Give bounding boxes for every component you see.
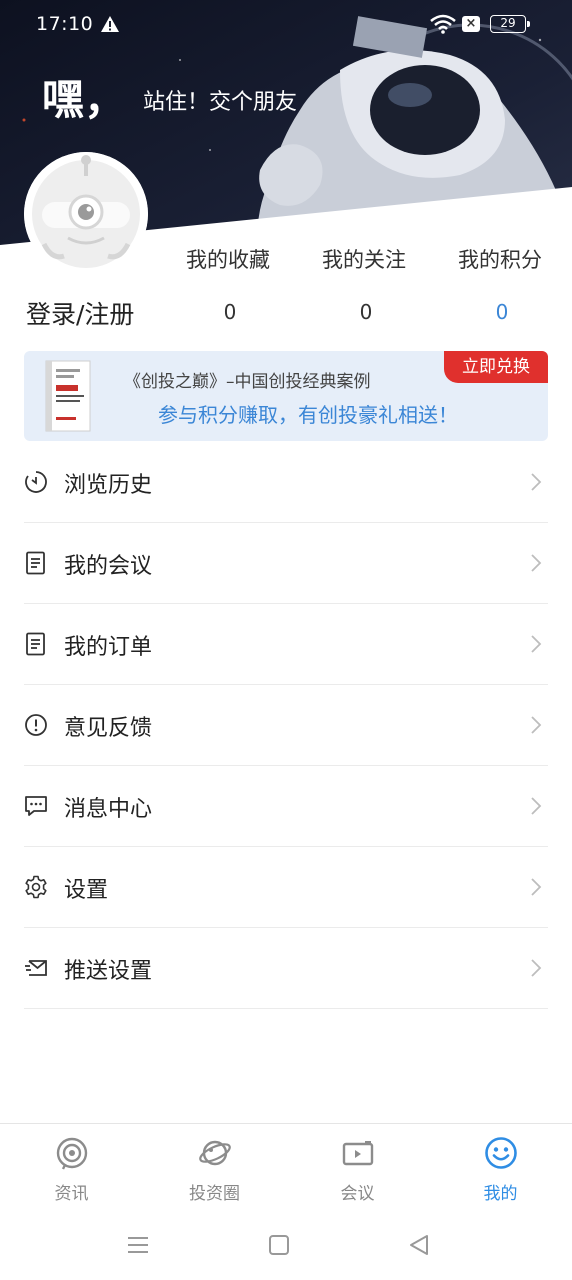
menu-item-label: 意见反馈 — [64, 716, 153, 741]
menu-item-label: 设置 — [64, 878, 109, 903]
banner-subtitle: 参与积分赚取，有创投豪礼相送！ — [158, 403, 458, 427]
robot-avatar-icon — [24, 152, 148, 276]
tab-label: 我的 — [483, 1184, 518, 1204]
document-icon — [26, 632, 45, 656]
chevron-right-icon — [531, 554, 542, 572]
tab-investment-circle[interactable]: 投资圈 — [143, 1124, 286, 1214]
points-promo-banner[interactable]: 《创投之巅》–中国创投经典案例 参与积分赚取，有创投豪礼相送！ 立即兑换 — [24, 351, 548, 441]
chat-icon — [25, 796, 47, 816]
tab-label: 资讯 — [54, 1184, 89, 1204]
chevron-right-icon — [531, 797, 542, 815]
wifi-icon — [430, 14, 456, 34]
clock-icon — [25, 471, 47, 493]
stat-label-following[interactable]: 我的关注 — [322, 244, 406, 274]
home-icon[interactable] — [266, 1233, 292, 1257]
chevron-right-icon — [531, 959, 542, 977]
tab-meetings[interactable]: 会议 — [286, 1124, 429, 1214]
news-icon — [56, 1137, 88, 1170]
menu-item-label: 浏览历史 — [64, 473, 153, 498]
tab-label: 投资圈 — [189, 1184, 240, 1204]
menu-item-label: 消息中心 — [64, 797, 153, 822]
bottom-tab-bar: 资讯 投资圈 会议 我的 — [0, 1123, 572, 1213]
menu-item-label: 推送设置 — [64, 959, 153, 984]
menu-item-orders[interactable]: 我的订单 — [24, 604, 548, 685]
camera-icon — [342, 1141, 374, 1166]
stat-label-points[interactable]: 我的积分 — [458, 244, 542, 274]
stat-value-points[interactable]: 0 — [482, 300, 522, 324]
stat-value-following[interactable]: 0 — [346, 300, 386, 324]
greeting-title: 嘿， — [42, 75, 127, 124]
battery-icon: 29 — [490, 15, 530, 33]
menu-item-push-settings[interactable]: 推送设置 — [24, 928, 548, 1009]
greeting-subtitle: 站住！交个朋友 — [143, 90, 298, 115]
chevron-right-icon — [531, 635, 542, 653]
back-icon[interactable] — [406, 1233, 432, 1257]
status-time: 17:10 — [36, 13, 94, 35]
status-bar: 17:10 × 29 — [0, 0, 572, 50]
smiley-icon — [485, 1137, 517, 1169]
menu-item-history[interactable]: 浏览历史 — [24, 442, 548, 523]
stats-values: 0 0 0 — [0, 300, 572, 330]
profile-menu: 浏览历史 我的会议 我的订单 意见反馈 消息中心 设置 推送设置 — [24, 442, 548, 1009]
envelope-icon — [25, 960, 47, 976]
chevron-right-icon — [531, 473, 542, 491]
avatar[interactable] — [24, 152, 148, 276]
exclamation-icon — [25, 714, 47, 736]
chevron-right-icon — [531, 716, 542, 734]
menu-item-settings[interactable]: 设置 — [24, 847, 548, 928]
menu-item-messages[interactable]: 消息中心 — [24, 766, 548, 847]
x-box-icon: × — [462, 16, 480, 32]
menu-item-label: 我的会议 — [64, 554, 153, 579]
warning-icon — [101, 16, 119, 32]
banner-title: 《创投之巅》–中国创投经典案例 — [124, 372, 371, 392]
menu-item-meetings[interactable]: 我的会议 — [24, 523, 548, 604]
document-icon — [26, 551, 45, 575]
tab-mine[interactable]: 我的 — [429, 1124, 572, 1214]
menu-item-feedback[interactable]: 意见反馈 — [24, 685, 548, 766]
redeem-now-button[interactable]: 立即兑换 — [444, 351, 548, 383]
stat-value-favorites[interactable]: 0 — [210, 300, 250, 324]
menu-icon[interactable] — [125, 1233, 151, 1257]
planet-icon — [199, 1140, 231, 1166]
menu-item-label: 我的订单 — [64, 635, 153, 660]
system-navigation-bar — [0, 1213, 572, 1280]
tab-news[interactable]: 资讯 — [0, 1124, 143, 1214]
chevron-right-icon — [531, 878, 542, 896]
gear-icon — [25, 875, 47, 899]
book-cover-image — [45, 360, 91, 432]
stat-label-favorites[interactable]: 我的收藏 — [186, 244, 270, 274]
tab-label: 会议 — [340, 1184, 375, 1204]
